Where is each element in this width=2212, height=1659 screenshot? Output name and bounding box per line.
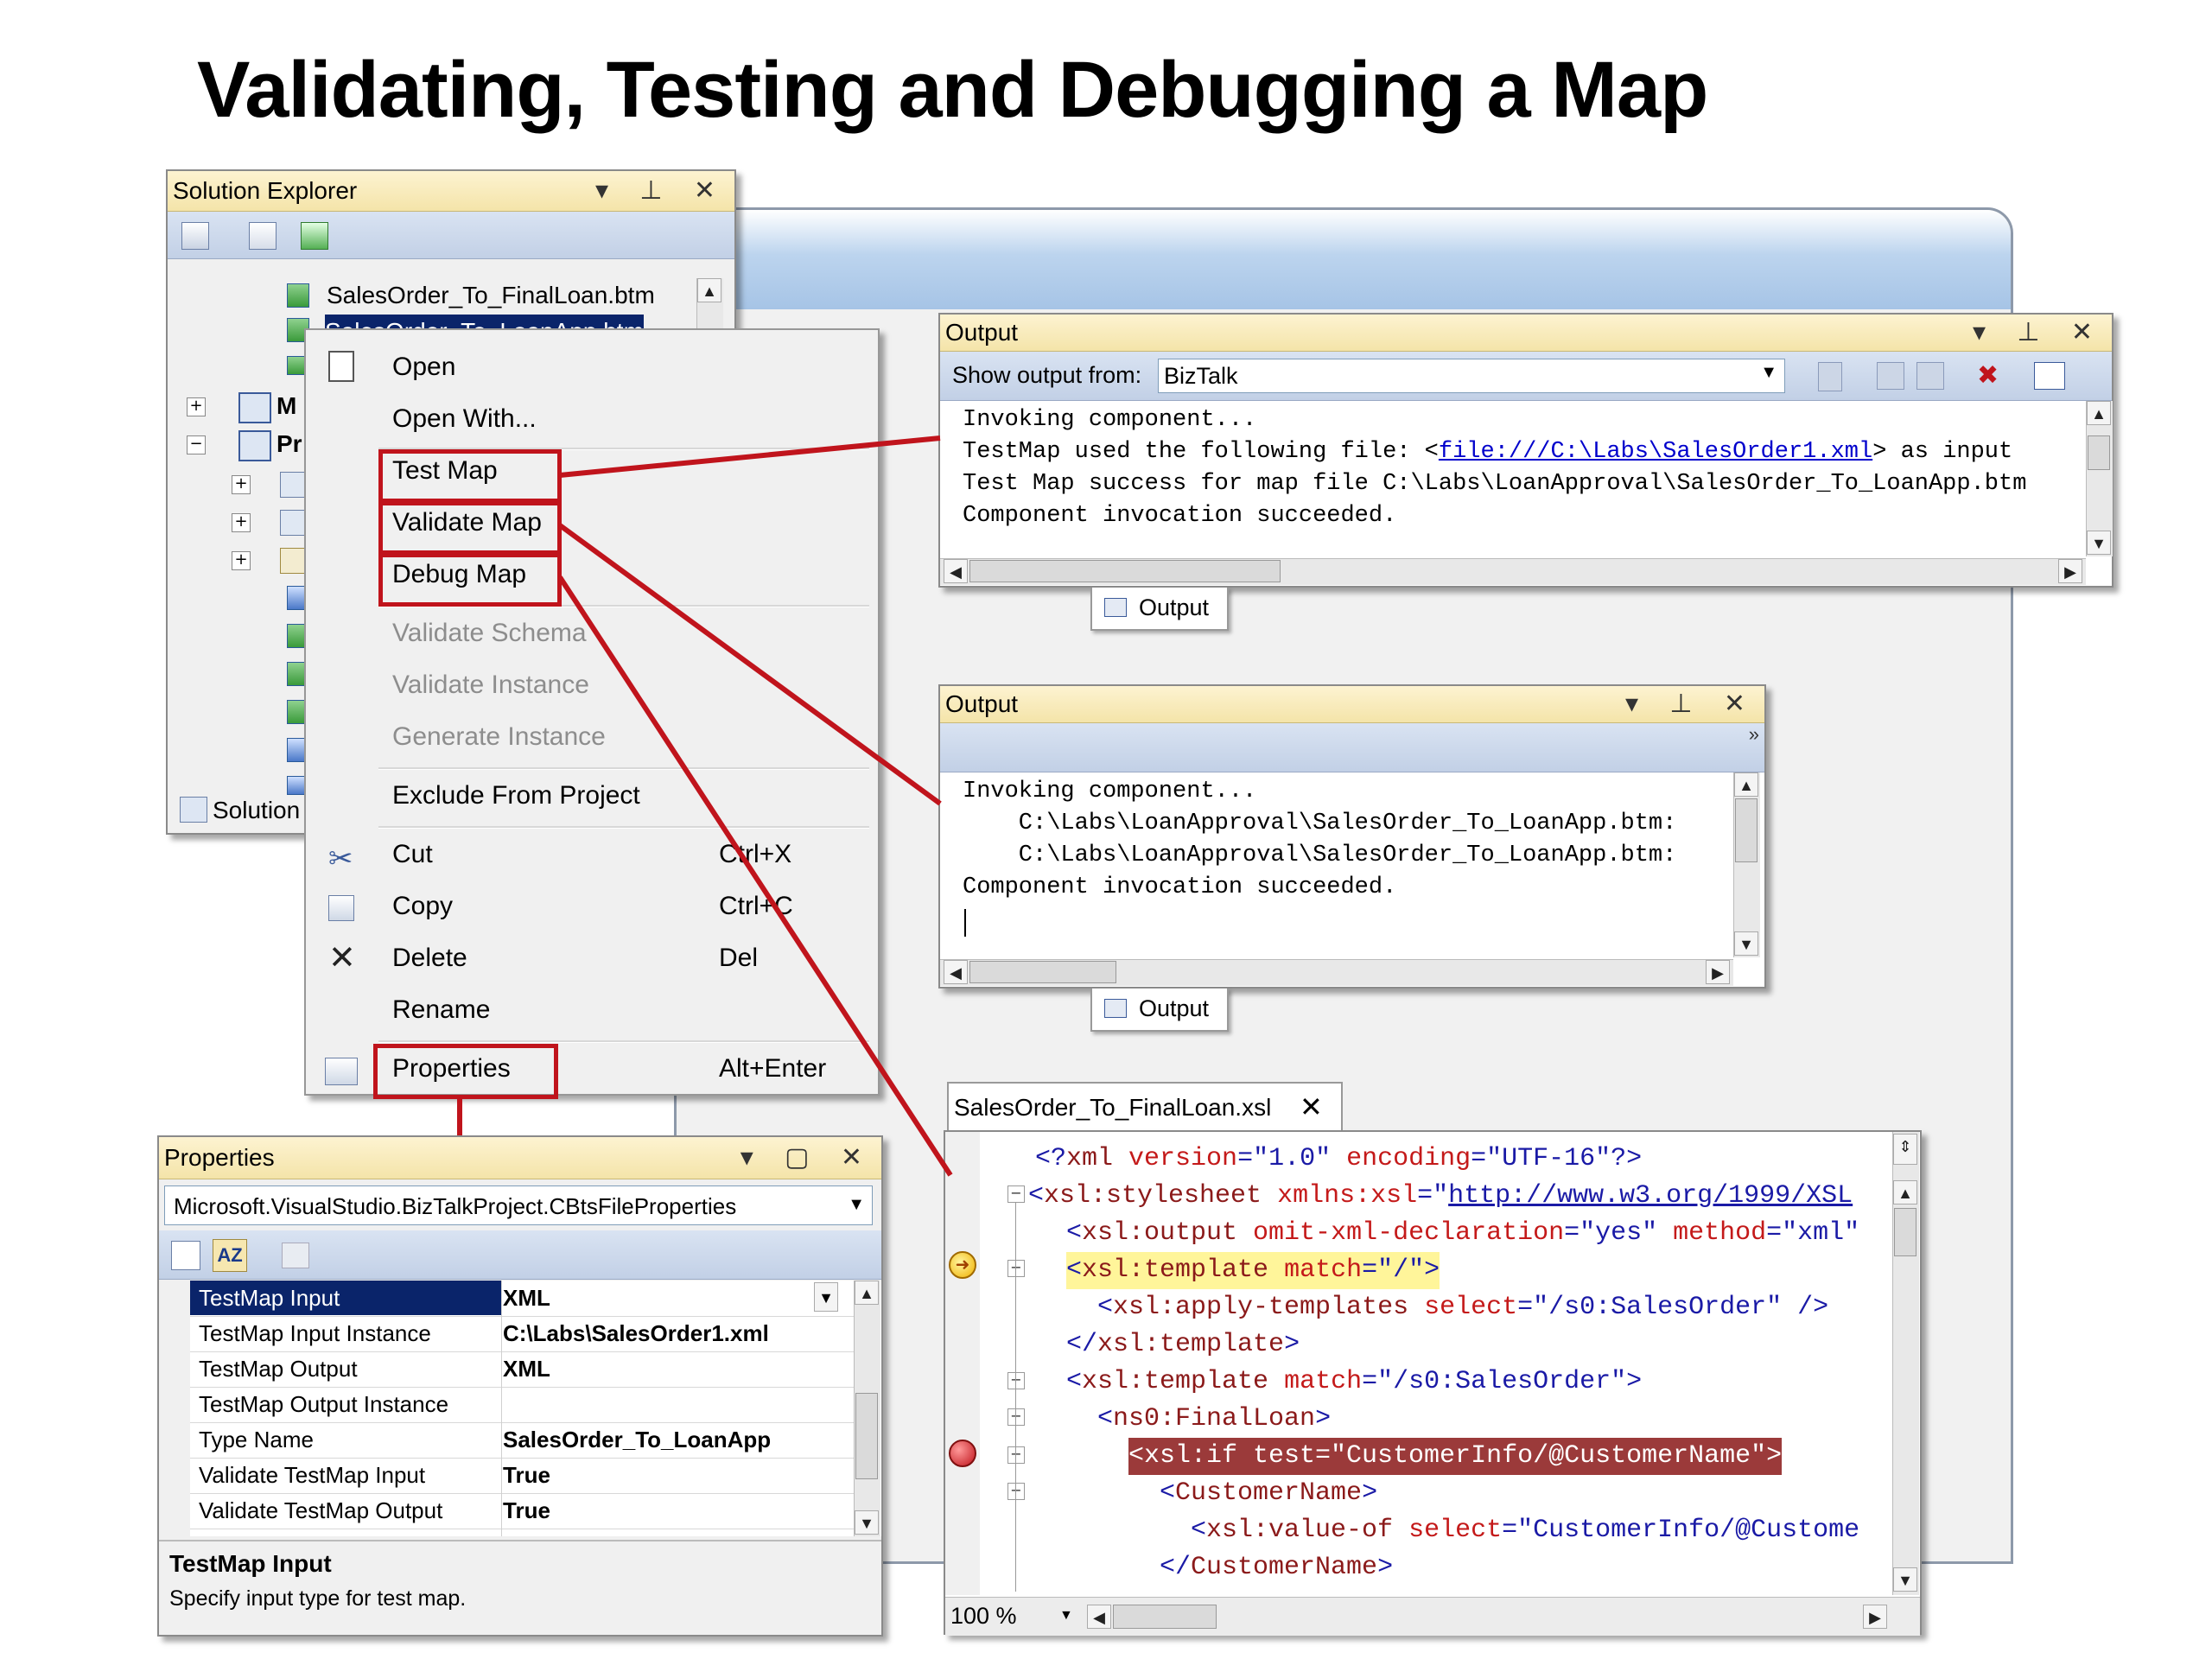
callout-lines [457, 435, 953, 1177]
callout-line-test-map [559, 435, 941, 478]
